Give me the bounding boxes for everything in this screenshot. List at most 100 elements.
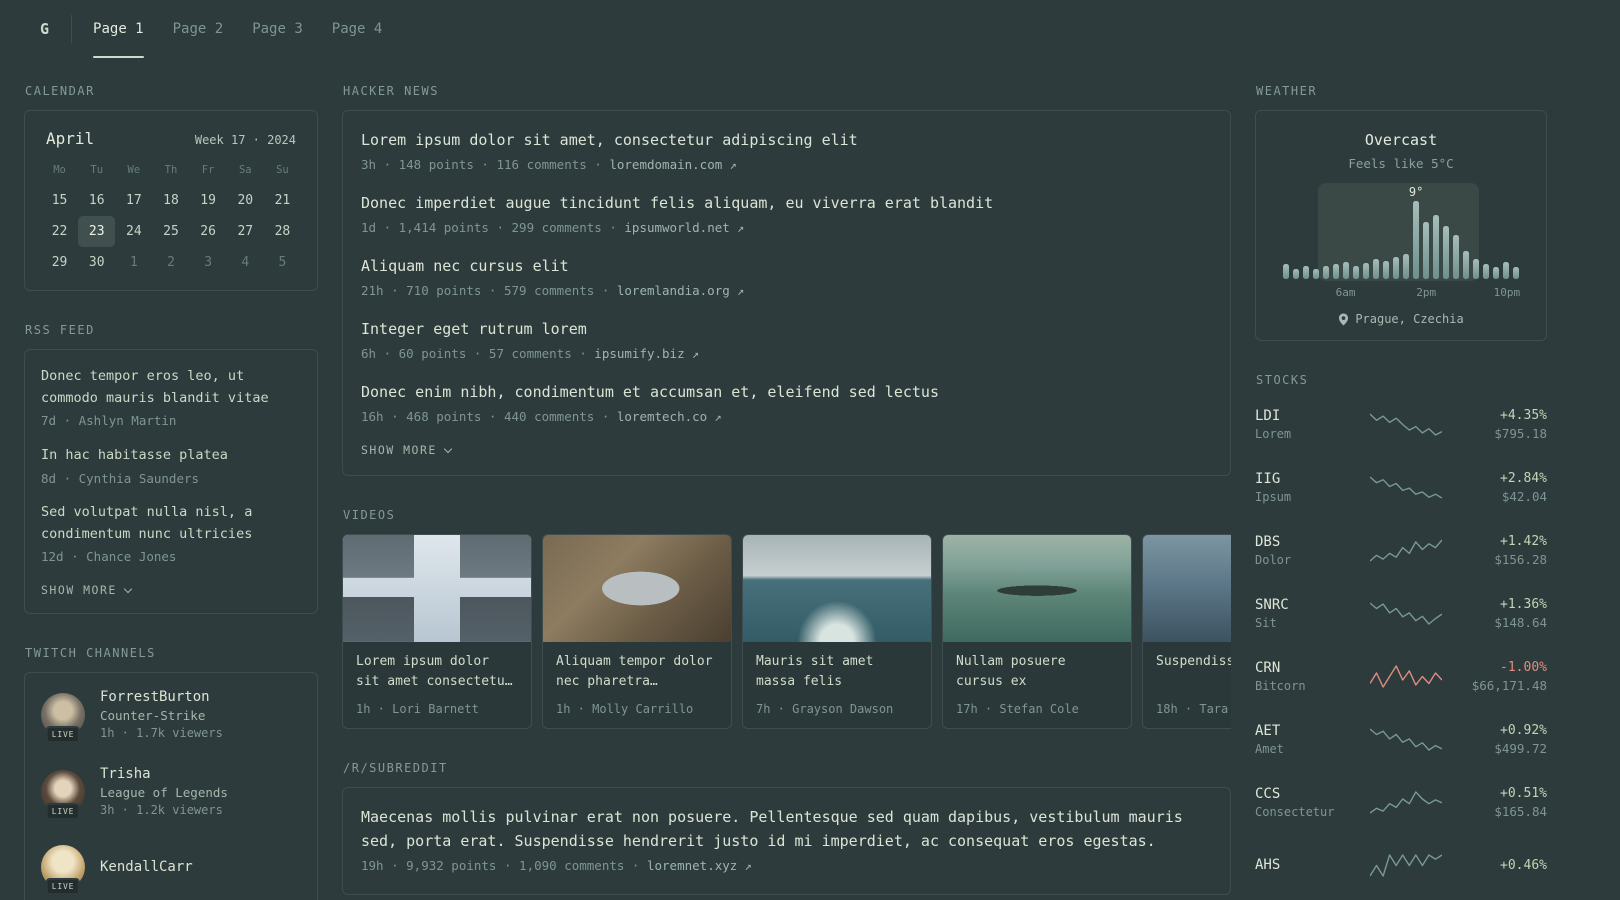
stock-row[interactable]: IIG Ipsum +2.84% $42.04 (1255, 462, 1547, 512)
story-title-link[interactable]: Integer eget rutrum lorem (361, 318, 1212, 341)
calendar-day: 21 (274, 193, 291, 208)
twitch-channel-list: LIVE ForrestBurton Counter-Strike 1h · 1.7k… (24, 672, 318, 900)
stock-row[interactable]: AET Amet +0.92% $499.72 (1255, 714, 1547, 764)
stock-values: +2.84% $42.04 (1451, 471, 1547, 504)
story-meta-text: 1d · 1,414 points · 299 comments · (361, 220, 625, 236)
twitch-channel[interactable]: LIVE Trisha League of Legends 3h · 1.2k vie… (41, 766, 301, 820)
video-card[interactable]: Nullam posuere cursus ex 17h · Stefan Col… (942, 534, 1132, 730)
twitch-channel[interactable]: LIVE ForrestBurton Counter-Strike 1h · 1.7k… (41, 689, 301, 743)
calendar-day: 19 (200, 193, 216, 208)
stock-row[interactable]: DBS Dolor +1.42% $156.28 (1255, 525, 1547, 575)
stock-row[interactable]: CRN Bitcorn -1.00% $66,171.48 (1255, 651, 1547, 701)
weather-hourly-chart: 9° (1280, 183, 1522, 281)
tab-page-4[interactable]: Page 4 (332, 0, 383, 58)
sparkline-chart (1370, 539, 1442, 562)
weather-location-label: Prague, Czechia (1355, 312, 1464, 326)
twitch-widget: TWITCH CHANNELS LIVE ForrestBurton Counter… (24, 646, 318, 900)
calendar-day: 22 (51, 224, 68, 239)
tab-page-3[interactable]: Page 3 (252, 0, 303, 58)
stock-sparkline (1361, 537, 1451, 563)
videos-section-header: VIDEOS (343, 508, 396, 522)
video-card[interactable]: Suspendisse diam 18h · Tara (1142, 534, 1231, 730)
calendar-day: 5 (278, 255, 287, 270)
videos-widget: VIDEOS Lorem ipsum dolor sit amet consec… (342, 508, 1231, 730)
stock-change: -1.00% (1500, 659, 1547, 675)
calendar-day-header: We (127, 164, 141, 176)
rss-item-title[interactable]: Donec tempor eros leo, ut commodo mauris… (41, 366, 301, 409)
stock-row[interactable]: LDI Lorem +4.35% $795.18 (1255, 399, 1547, 449)
stock-name: Dolor (1255, 552, 1292, 567)
weather-bar (1433, 214, 1439, 279)
video-card-list: Lorem ipsum dolor sit amet consectetu… 1h… (342, 534, 1231, 730)
tab-page-2[interactable]: Page 2 (173, 0, 224, 58)
calendar-section-header: CALENDAR (25, 84, 95, 98)
story-title-link[interactable]: Aliquam nec cursus elit (361, 255, 1212, 278)
stock-row[interactable]: AHS +0.46% (1255, 840, 1547, 890)
hackernews-show-more-label: SHOW MORE (361, 443, 437, 457)
sparkline-chart (1370, 665, 1442, 688)
video-card[interactable]: Mauris sit amet massa felis 7h · Grayson … (742, 534, 932, 730)
weather-time-label: 6am (1335, 286, 1356, 299)
story-title-link[interactable]: Lorem ipsum dolor sit amet, consectetur … (361, 129, 1212, 152)
rss-item-title[interactable]: In hac habitasse platea (41, 445, 301, 467)
external-link-icon: ↗ (684, 347, 700, 362)
stock-row[interactable]: CCS Consectetur +0.51% $165.84 (1255, 777, 1547, 827)
story-domain-link[interactable]: ipsumworld.net (624, 220, 729, 235)
stock-row[interactable]: SNRC Sit +1.36% $148.64 (1255, 588, 1547, 638)
weather-time-label: 2pm (1416, 286, 1437, 299)
video-title[interactable]: Aliquam tempor dolor nec pharetra… (556, 652, 718, 692)
video-card[interactable]: Aliquam tempor dolor nec pharetra… 1h · M… (542, 534, 732, 730)
rss-item: Sed volutpat nulla nisl, a condimentum n… (41, 502, 301, 567)
twitch-channel-name[interactable]: KendallCarr (100, 859, 193, 875)
stock-price: $66,171.48 (1471, 677, 1547, 693)
weather-bar (1313, 268, 1319, 279)
story-title-link[interactable]: Donec enim nibh, condimentum et accumsan… (361, 381, 1212, 404)
story-item: Aliquam nec cursus elit 21h · 710 points … (361, 255, 1212, 301)
twitch-channel[interactable]: LIVE KendallCarr (41, 843, 301, 896)
story-domain-link[interactable]: ipsumify.biz (594, 346, 684, 361)
hackernews-section-header: HACKER NEWS (343, 84, 439, 98)
story-meta: 6h · 60 points · 57 comments · ipsumify.… (361, 345, 1212, 364)
stock-values: +0.92% $499.72 (1451, 723, 1547, 756)
stock-symbol-block: LDI Lorem (1255, 408, 1361, 441)
calendar-day-header: Th (164, 164, 178, 176)
video-title[interactable]: Lorem ipsum dolor sit amet consectetu… (356, 652, 518, 692)
calendar-header-row: April Week 17 · 2024 (41, 125, 301, 160)
calendar-widget: CALENDAR April Week 17 · 2024 Mo Tu We Th Fr… (24, 84, 318, 291)
right-column: WEATHER Overcast Feels like 5°C 9° 6am 2p… (1255, 84, 1547, 890)
calendar-day: 25 (163, 224, 179, 239)
story-meta: 19h · 9,932 points · 1,090 comments · lo… (361, 857, 1212, 876)
stock-change: +4.35% (1500, 407, 1547, 423)
rss-show-more-label: SHOW MORE (41, 583, 117, 598)
twitch-channel-name[interactable]: ForrestBurton (100, 689, 223, 705)
rss-item-title[interactable]: Sed volutpat nulla nisl, a condimentum n… (41, 502, 301, 545)
weather-bar (1483, 264, 1489, 279)
story-domain-link[interactable]: loremnet.xyz (647, 858, 737, 873)
video-title[interactable]: Suspendisse diam (1156, 652, 1231, 672)
stocks-section-header: STOCKS (1256, 373, 1309, 387)
weather-bar (1413, 200, 1419, 279)
story-domain-link[interactable]: loremdomain.com (609, 157, 722, 172)
stock-sparkline (1361, 663, 1451, 689)
middle-column: HACKER NEWS Lorem ipsum dolor sit amet, … (342, 84, 1231, 895)
story-domain-link[interactable]: loremtech.co (617, 409, 707, 424)
rss-item: Donec tempor eros leo, ut commodo mauris… (41, 366, 301, 431)
twitch-channel-name[interactable]: Trisha (100, 766, 228, 782)
app-logo[interactable]: G (30, 0, 71, 58)
story-title-link[interactable]: Donec imperdiet augue tincidunt felis al… (361, 192, 1212, 215)
video-title[interactable]: Mauris sit amet massa felis (756, 652, 918, 692)
rss-show-more-button[interactable]: SHOW MORE (41, 583, 301, 597)
hackernews-show-more-button[interactable]: SHOW MORE (361, 443, 1212, 457)
rss-section-header: RSS FEED (25, 323, 95, 337)
story-title-link[interactable]: Maecenas mollis pulvinar erat non posuer… (361, 806, 1212, 853)
rss-widget: RSS FEED Donec tempor eros leo, ut commo… (24, 323, 318, 615)
story-item: Donec imperdiet augue tincidunt felis al… (361, 192, 1212, 238)
weather-card: Overcast Feels like 5°C 9° 6am 2pm 10pm Pr… (1255, 110, 1547, 341)
weather-bar (1373, 258, 1379, 279)
stock-values: +1.42% $156.28 (1451, 534, 1547, 567)
tab-page-1[interactable]: Page 1 (93, 0, 144, 58)
video-thumbnail-sea-wake (743, 535, 931, 642)
video-card[interactable]: Lorem ipsum dolor sit amet consectetu… 1h… (342, 534, 532, 730)
story-domain-link[interactable]: loremlandia.org (617, 283, 730, 298)
video-title[interactable]: Nullam posuere cursus ex (956, 652, 1118, 692)
